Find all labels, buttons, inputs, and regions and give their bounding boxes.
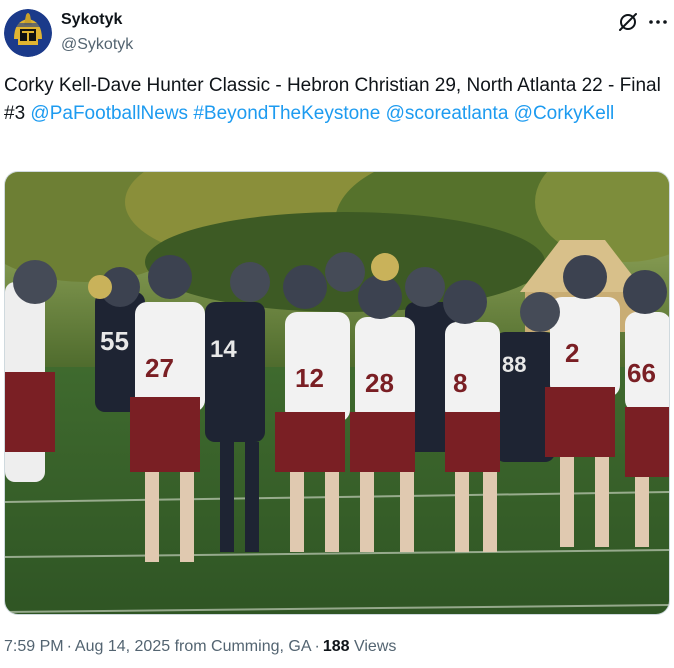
tweet-location: from Cumming, GA (174, 638, 312, 655)
meta-separator: · (66, 638, 72, 655)
mention-scoreatlanta[interactable]: @scoreatlanta (386, 103, 509, 124)
author-avatar[interactable] (4, 9, 52, 57)
jersey-number: 14 (210, 336, 237, 363)
mention-corkykell[interactable]: @CorkyKell (514, 103, 615, 124)
jersey-number: 27 (145, 353, 174, 383)
tweet-time[interactable]: 7:59 PM (4, 638, 64, 655)
views-label: Views (353, 638, 397, 655)
jersey-number: 28 (365, 368, 394, 398)
mention-pafootballnews[interactable]: @PaFootballNews (30, 103, 188, 124)
hashtag-beyondthekeystone[interactable]: #BeyondTheKeystone (193, 103, 380, 124)
tweet-header: Sykotyk @Sykotyk (0, 0, 674, 66)
views-count: 188 (322, 638, 350, 655)
football-players-photo: 55 27 14 12 28 8 88 2 66 (5, 172, 669, 614)
author-name[interactable]: Sykotyk (61, 11, 122, 29)
jersey-number: 66 (627, 358, 656, 388)
jersey-number: 2 (565, 338, 579, 368)
author-handle[interactable]: @Sykotyk (61, 36, 133, 54)
grok-icon[interactable] (616, 10, 640, 34)
jersey-number: 55 (100, 326, 129, 356)
tweet-date[interactable]: Aug 14, 2025 (75, 638, 170, 655)
jersey-number: 12 (295, 363, 324, 393)
tweet-meta: 7:59 PM · Aug 14, 2025 from Cumming, GA · 18… (4, 638, 396, 656)
more-icon[interactable] (646, 10, 670, 34)
trojan-helmet-icon (4, 9, 52, 57)
jersey-number: 88 (502, 352, 526, 377)
tweet-photo[interactable]: 55 27 14 12 28 8 88 2 66 (4, 171, 670, 615)
jersey-number: 8 (453, 368, 467, 398)
tweet-text: Corky Kell-Dave Hunter Classic - Hebron … (4, 72, 668, 128)
meta-separator: · (314, 638, 320, 655)
